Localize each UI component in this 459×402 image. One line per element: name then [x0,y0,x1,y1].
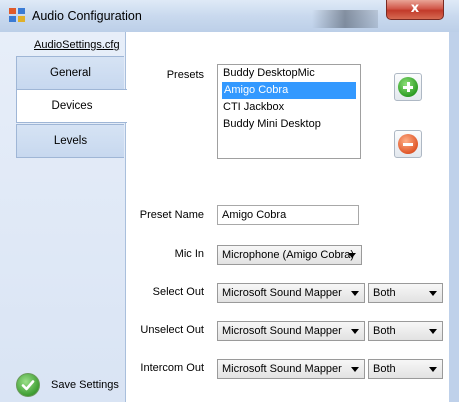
audio-config-app-icon [9,8,25,22]
preset-name-field[interactable]: Amigo Cobra [217,205,359,225]
title-bar-glow [312,10,378,28]
tab-general[interactable]: General [16,56,124,90]
unselect-out-device-dropdown[interactable]: Microsoft Sound Mapper [217,321,365,341]
remove-preset-button[interactable] [394,130,422,158]
chevron-down-icon [351,329,359,334]
intercom-out-device-dropdown[interactable]: Microsoft Sound Mapper [217,359,365,379]
select-out-device-value: Microsoft Sound Mapper [222,287,342,299]
add-circle-icon [398,77,418,97]
sidebar: AudioSettings.cfg General Devices Levels… [0,32,127,402]
tab-label: General [50,67,91,79]
list-item[interactable]: Buddy Mini Desktop [218,116,360,133]
preset-name-value: Amigo Cobra [222,209,287,221]
select-out-channel-value: Both [373,287,396,299]
tab-levels[interactable]: Levels [16,124,124,158]
title-bar: Audio Configuration x [0,0,459,32]
mic-in-dropdown[interactable]: Microphone (Amigo Cobra) [217,245,362,265]
chevron-down-icon [429,291,437,296]
list-item-selected[interactable]: Amigo Cobra [222,82,356,99]
remove-circle-icon [398,134,418,154]
close-icon: x [410,1,420,16]
window-frame-right [449,32,459,402]
unselect-out-label: Unselect Out [140,324,204,336]
intercom-out-device-value: Microsoft Sound Mapper [222,363,342,375]
window-title: Audio Configuration [32,9,142,23]
config-file-link[interactable]: AudioSettings.cfg [34,39,120,51]
preset-name-label: Preset Name [139,209,204,221]
select-out-channel-dropdown[interactable]: Both [368,283,443,303]
list-item[interactable]: CTI Jackbox [218,99,360,116]
save-settings-label: Save Settings [51,379,119,391]
list-item[interactable]: Buddy DesktopMic [218,65,360,82]
chevron-down-icon [351,367,359,372]
chevron-down-icon [351,291,359,296]
chevron-down-icon [429,329,437,334]
mic-in-value: Microphone (Amigo Cobra) [222,249,355,261]
chevron-down-icon [429,367,437,372]
presets-label: Presets [166,69,204,81]
tab-devices[interactable]: Devices [16,89,127,123]
intercom-out-channel-value: Both [373,363,396,375]
tab-label: Devices [51,100,93,112]
select-out-device-dropdown[interactable]: Microsoft Sound Mapper [217,283,365,303]
chevron-down-icon [348,253,356,258]
tab-label: Levels [53,135,88,147]
unselect-out-device-value: Microsoft Sound Mapper [222,325,342,337]
presets-list[interactable]: Buddy DesktopMic Amigo Cobra CTI Jackbox… [217,64,361,159]
unselect-out-channel-dropdown[interactable]: Both [368,321,443,341]
mic-in-label: Mic In [174,248,204,260]
add-preset-button[interactable] [394,73,422,101]
close-button[interactable]: x [386,0,444,20]
unselect-out-channel-value: Both [373,325,396,337]
intercom-out-channel-dropdown[interactable]: Both [368,359,443,379]
intercom-out-label: Intercom Out [140,362,204,374]
checkmark-circle-icon [16,373,40,397]
select-out-label: Select Out [152,286,204,298]
